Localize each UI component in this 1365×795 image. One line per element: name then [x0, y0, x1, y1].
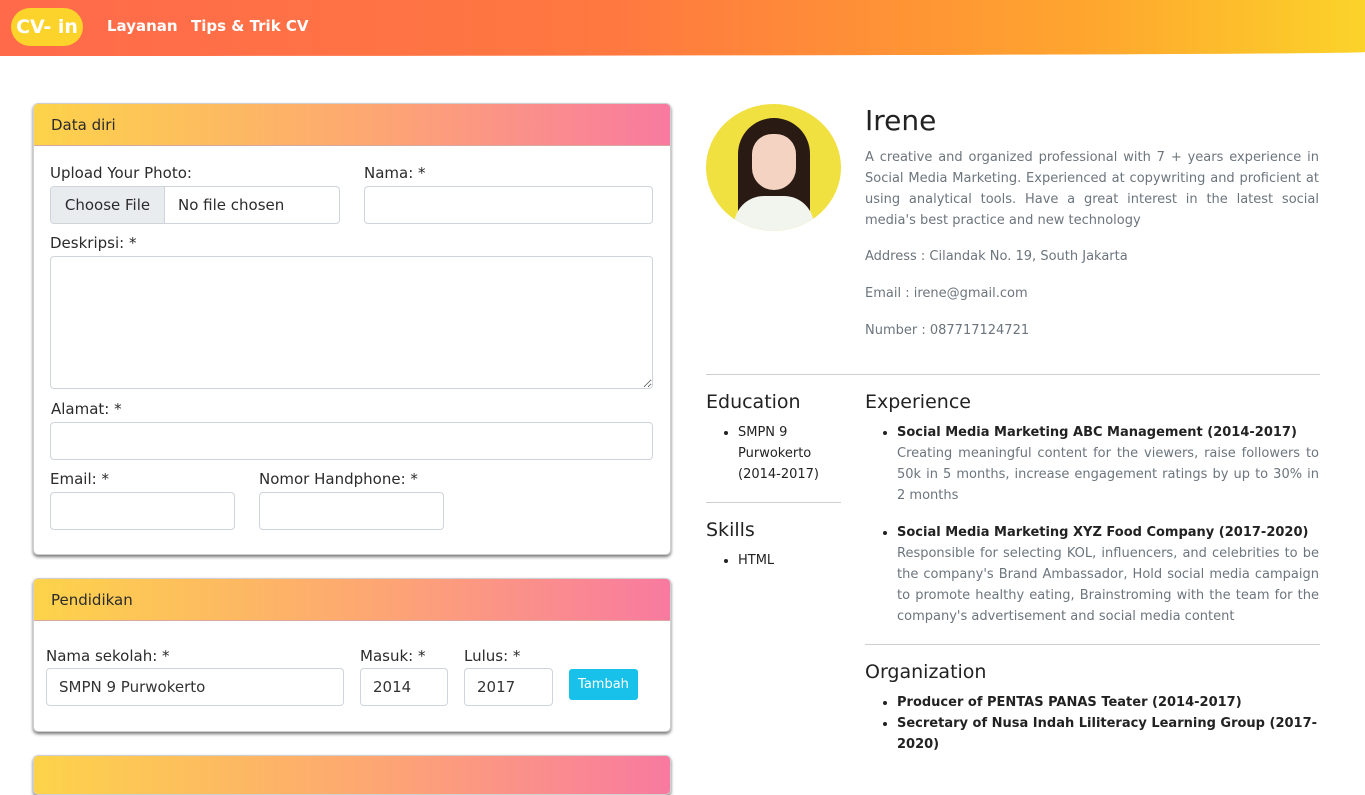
deskripsi-label: Deskripsi: *: [50, 234, 137, 252]
sekolah-input[interactable]: [46, 668, 344, 706]
education-item: SMPN 9 Purwokerto (2014-2017): [738, 422, 841, 485]
lulus-label: Lulus: *: [464, 647, 521, 665]
divider: [865, 644, 1320, 645]
brand-logo[interactable]: CV- in: [11, 8, 83, 46]
divider: [706, 502, 841, 503]
alamat-label: Alamat: *: [51, 400, 122, 418]
masuk-label: Masuk: *: [360, 647, 426, 665]
organization-list: Producer of PENTAS PANAS Teater (2014-20…: [865, 692, 1320, 755]
photo-file-input[interactable]: Choose File No file chosen: [50, 186, 340, 224]
organization-heading: Organization: [865, 661, 987, 683]
masuk-input[interactable]: [360, 668, 448, 706]
data-diri-title: Data diri: [34, 104, 670, 146]
skills-heading: Skills: [706, 519, 755, 541]
alamat-input[interactable]: [50, 422, 653, 460]
cv-email: Email : irene@gmail.com: [865, 286, 1028, 301]
nama-label: Nama: *: [364, 164, 426, 182]
organization-item: Producer of PENTAS PANAS Teater (2014-20…: [897, 692, 1320, 713]
organization-item: Secretary of Nusa Indah Liliteracy Learn…: [897, 713, 1320, 755]
nav-tips-trik-cv[interactable]: Tips & Trik CV: [191, 17, 309, 35]
file-status: No file chosen: [178, 196, 285, 214]
pendidikan-card: Pendidikan Nama sekolah: * Masuk: * Lulu…: [33, 578, 671, 732]
deskripsi-textarea[interactable]: [50, 256, 653, 389]
data-diri-card: Data diri Upload Your Photo: Choose File…: [33, 103, 671, 555]
skill-item: HTML: [738, 550, 841, 571]
experience-desc: Creating meaningful content for the view…: [897, 446, 1319, 503]
education-heading: Education: [706, 391, 801, 413]
divider: [706, 374, 1320, 375]
cv-address: Address : Cilandak No. 19, South Jakarta: [865, 249, 1128, 264]
email-input[interactable]: [50, 492, 235, 530]
experience-title: Social Media Marketing ABC Management (2…: [897, 425, 1297, 440]
email-label: Email: *: [50, 470, 109, 488]
next-card-header: [34, 756, 670, 794]
experience-list: Social Media Marketing ABC Management (2…: [865, 422, 1319, 627]
experience-desc: Responsible for selecting KOL, influence…: [897, 546, 1319, 624]
nav-layanan[interactable]: Layanan: [107, 17, 178, 35]
nama-input[interactable]: [364, 186, 653, 224]
education-list: SMPN 9 Purwokerto (2014-2017): [706, 422, 841, 485]
cv-number: Number : 087717124721: [865, 323, 1030, 338]
photo-label: Upload Your Photo:: [50, 164, 192, 182]
top-navbar: CV- in Layanan Tips & Trik CV: [0, 0, 1365, 56]
pendidikan-title: Pendidikan: [34, 579, 670, 621]
hp-label: Nomor Handphone: *: [259, 470, 418, 488]
sekolah-label: Nama sekolah: *: [46, 647, 170, 665]
experience-title: Social Media Marketing XYZ Food Company …: [897, 525, 1309, 540]
choose-file-button[interactable]: Choose File: [51, 187, 165, 223]
next-card: [33, 755, 671, 795]
tambah-button[interactable]: Tambah: [569, 669, 638, 700]
profile-photo: [706, 104, 841, 231]
cv-name: Irene: [865, 104, 937, 137]
skills-list: HTML: [706, 550, 841, 571]
cv-description: A creative and organized professional wi…: [865, 150, 1319, 228]
experience-heading: Experience: [865, 391, 971, 413]
experience-item: Social Media Marketing XYZ Food Company …: [897, 522, 1319, 627]
hp-input[interactable]: [259, 492, 444, 530]
experience-item: Social Media Marketing ABC Management (2…: [897, 422, 1319, 506]
lulus-input[interactable]: [464, 668, 553, 706]
